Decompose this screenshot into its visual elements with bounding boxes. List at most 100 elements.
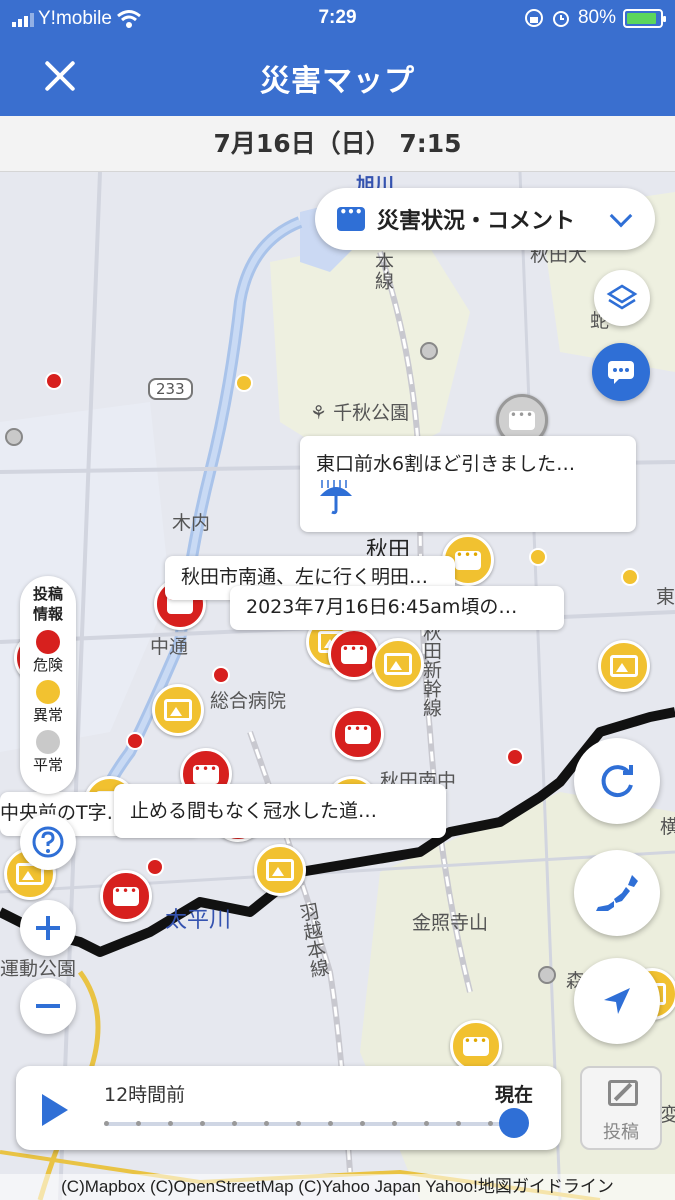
map-label-ou-line: 本線 bbox=[372, 252, 394, 290]
map-label-hospital: 総合病院 bbox=[210, 690, 287, 712]
comment-icon bbox=[608, 361, 634, 384]
comment-icon bbox=[463, 1034, 489, 1056]
chevron-down-icon bbox=[609, 204, 633, 228]
post-dot[interactable] bbox=[146, 858, 164, 876]
map-label-kubota: 木内 bbox=[172, 512, 211, 534]
comment-icon bbox=[345, 722, 371, 744]
zoom-out-icon bbox=[36, 1004, 60, 1008]
umbrella-icon bbox=[320, 480, 352, 515]
status-bar: Y!mobile 7:29 80% bbox=[0, 0, 675, 40]
comment-icon bbox=[341, 642, 367, 664]
legend-abnormal-swatch bbox=[36, 680, 60, 704]
post-legend: 投稿情報 危険 異常 平常 bbox=[20, 576, 76, 794]
comment-toggle-button[interactable] bbox=[592, 343, 650, 401]
page-title: 災害マップ bbox=[260, 64, 415, 99]
map-label-kinshoji: 金照寺山 bbox=[412, 912, 489, 934]
timeline-track[interactable] bbox=[104, 1121, 514, 1126]
map-base bbox=[0, 172, 675, 1200]
callout-text: 東口前水6割ほど引きました… bbox=[316, 453, 576, 475]
timeline-tick bbox=[104, 1121, 109, 1126]
comment-icon bbox=[337, 205, 365, 231]
post-button[interactable]: 投稿 bbox=[580, 1066, 662, 1150]
post-dot[interactable] bbox=[621, 568, 639, 586]
image-icon bbox=[164, 699, 192, 721]
legend-danger-swatch bbox=[36, 630, 60, 654]
play-icon[interactable] bbox=[42, 1094, 68, 1126]
current-location-button[interactable] bbox=[574, 958, 660, 1044]
callout-flooded-road[interactable]: 止める間もなく冠水した道… bbox=[114, 784, 446, 838]
comment-pin[interactable] bbox=[450, 1020, 502, 1072]
post-dot[interactable] bbox=[212, 666, 230, 684]
datetime-bar: 7月16日（日） 7:15 bbox=[0, 116, 675, 172]
timeline-tick bbox=[168, 1121, 173, 1126]
map-label-undo-park: 運動公園 bbox=[0, 958, 77, 980]
comment-icon bbox=[455, 548, 481, 570]
legend-normal-label: 平常 bbox=[32, 756, 63, 774]
timeline-tick bbox=[200, 1121, 205, 1126]
zoom-in-icon bbox=[36, 916, 60, 940]
image-pin[interactable] bbox=[598, 640, 650, 692]
layers-icon bbox=[606, 284, 638, 310]
timeline-tick bbox=[136, 1121, 141, 1126]
post-dot[interactable] bbox=[126, 732, 144, 750]
help-button[interactable] bbox=[20, 814, 76, 870]
comment-icon bbox=[113, 884, 139, 906]
image-icon bbox=[384, 653, 412, 675]
image-icon bbox=[266, 859, 294, 881]
timeline-slider-handle[interactable] bbox=[499, 1108, 529, 1138]
navigation-bar: 災害マップ bbox=[0, 40, 675, 116]
image-icon bbox=[610, 655, 638, 677]
timeline-tick bbox=[296, 1121, 301, 1126]
timeline-panel: 12時間前 現在 bbox=[16, 1066, 561, 1150]
japan-map-icon bbox=[596, 875, 638, 911]
image-pin[interactable] bbox=[372, 638, 424, 690]
map-credits: (C)Mapbox (C)OpenStreetMap (C)Yahoo Japa… bbox=[0, 1174, 675, 1200]
callout-0645[interactable]: 2023年7月16日6:45am頃の… bbox=[230, 586, 564, 630]
filter-label: 災害状況・コメント bbox=[377, 209, 576, 234]
timeline-tick bbox=[488, 1121, 493, 1126]
timeline-tick bbox=[392, 1121, 397, 1126]
post-dot[interactable] bbox=[5, 428, 23, 446]
post-button-label: 投稿 bbox=[603, 1122, 639, 1143]
route-233-shield: 233 bbox=[148, 378, 193, 400]
legend-abnormal-label: 異常 bbox=[32, 706, 63, 724]
post-dot[interactable] bbox=[529, 548, 547, 566]
disaster-map[interactable]: 旭川 本線 秋田大 蛇 ⚘ 千秋公園 233 木内 秋田 東 中通 東通 秋田新… bbox=[0, 172, 675, 1200]
timeline-tick bbox=[328, 1121, 333, 1126]
comment-icon bbox=[509, 408, 535, 430]
status-right: 80% bbox=[524, 7, 666, 29]
timeline-now-label: 現在 bbox=[494, 1084, 533, 1106]
map-label-yoko: 横 bbox=[660, 816, 675, 838]
zoom-out-button[interactable] bbox=[20, 978, 76, 1034]
map-label-chiaki-park: ⚘ 千秋公園 bbox=[310, 402, 410, 424]
comment-pin[interactable] bbox=[100, 870, 152, 922]
image-pin[interactable] bbox=[254, 844, 306, 896]
timeline-start-label: 12時間前 bbox=[104, 1084, 186, 1106]
layers-button[interactable] bbox=[594, 270, 650, 326]
timeline-tick bbox=[424, 1121, 429, 1126]
timeline-tick bbox=[456, 1121, 461, 1126]
refresh-button[interactable] bbox=[574, 738, 660, 824]
image-pin[interactable] bbox=[152, 684, 204, 736]
refresh-icon bbox=[601, 765, 633, 798]
post-dot[interactable] bbox=[538, 966, 556, 984]
rotation-lock-icon bbox=[524, 9, 543, 27]
post-dot[interactable] bbox=[506, 748, 524, 766]
legend-normal-swatch bbox=[36, 730, 60, 754]
map-label-nakadori: 中通 bbox=[150, 636, 189, 658]
timeline-tick bbox=[264, 1121, 269, 1126]
comment-pin[interactable] bbox=[328, 628, 380, 680]
japan-view-button[interactable] bbox=[574, 850, 660, 936]
pencil-icon bbox=[608, 1080, 638, 1106]
post-dot[interactable] bbox=[45, 372, 63, 390]
comment-icon bbox=[193, 762, 219, 784]
filter-dropdown[interactable]: 災害状況・コメント bbox=[315, 188, 655, 250]
legend-title: 投稿情報 bbox=[32, 585, 63, 623]
help-icon bbox=[32, 826, 64, 858]
comment-pin[interactable] bbox=[332, 708, 384, 760]
post-dot[interactable] bbox=[235, 374, 253, 392]
post-dot[interactable] bbox=[420, 342, 438, 360]
zoom-in-button[interactable] bbox=[20, 900, 76, 956]
callout-flood-east[interactable]: 東口前水6割ほど引きました… bbox=[300, 436, 636, 532]
legend-danger-label: 危険 bbox=[32, 656, 63, 674]
